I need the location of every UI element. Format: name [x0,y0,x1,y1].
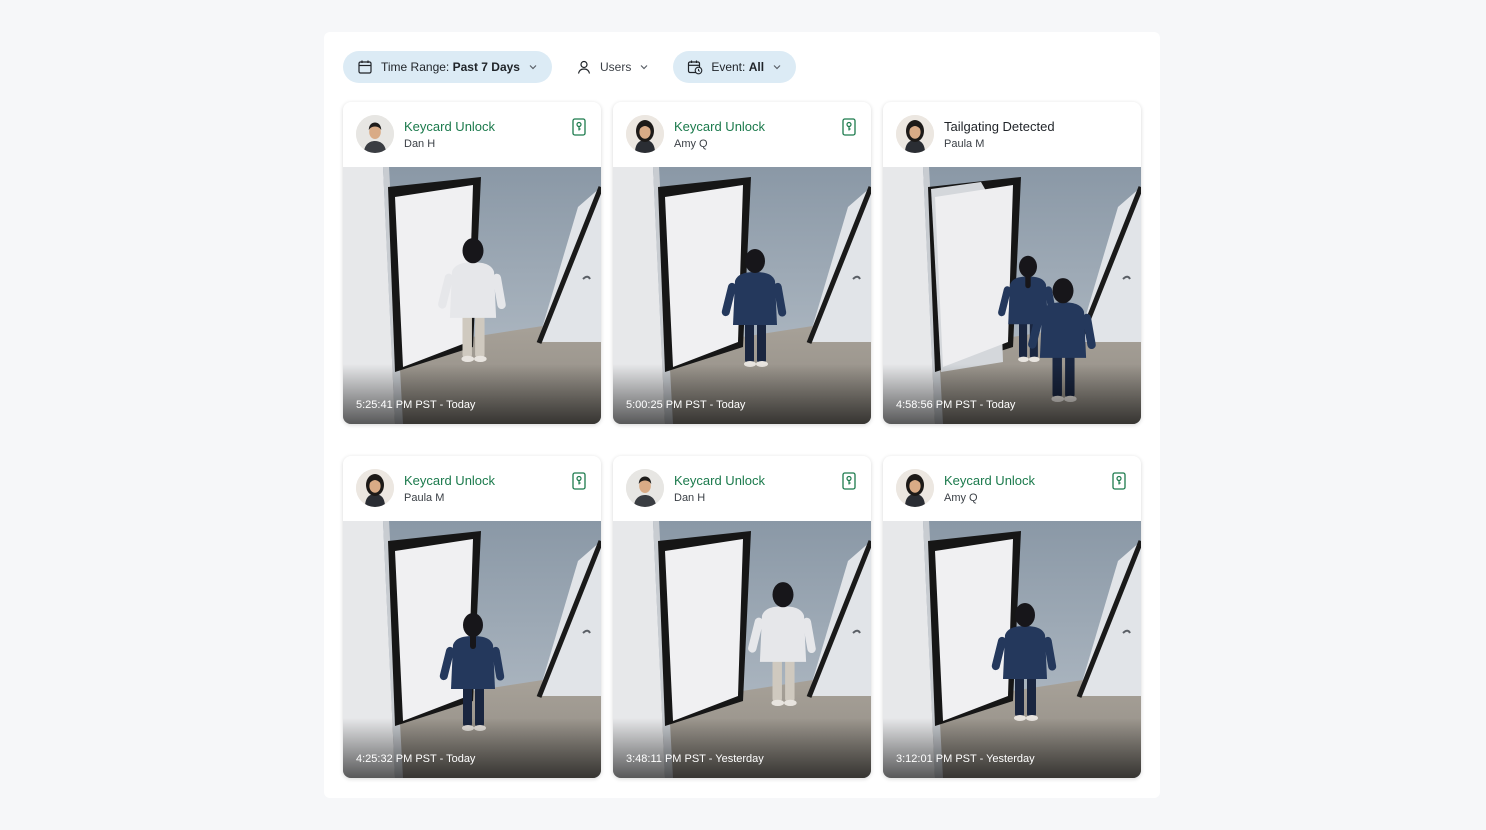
event-user-name: Paula M [404,492,445,504]
user-icon [577,60,591,74]
event-snapshot[interactable]: 3:48:11 PM PST - Yesterday [613,521,871,778]
event-timestamp: 4:25:32 PM PST - Today [356,753,476,765]
chevron-down-icon [640,65,648,70]
event-snapshot[interactable]: 5:25:41 PM PST - Today [343,167,601,424]
event-snapshot[interactable]: 4:25:32 PM PST - Today [343,521,601,778]
keycard-icon [572,118,586,136]
event-card-header: Tailgating Detected Paula M [883,102,1141,167]
chevron-down-icon [529,65,537,70]
event-snapshot[interactable]: 3:12:01 PM PST - Yesterday [883,521,1141,778]
event-filter[interactable]: Event: All [673,51,797,83]
keycard-icon [842,118,856,136]
event-user-name: Dan H [404,138,436,150]
event-title: Tailgating Detected [944,119,1055,134]
event-user-name: Dan H [674,492,706,504]
event-timestamp: 5:25:41 PM PST - Today [356,399,476,411]
event-card[interactable]: Keycard Unlock Amy Q 3:12:01 PM PST - Yest… [883,456,1141,778]
event-title: Keycard Unlock [674,473,766,488]
event-card-header: Keycard Unlock Dan H [343,102,601,167]
time-range-filter[interactable]: Time Range: Past 7 Days [343,51,552,83]
event-timestamp: 3:12:01 PM PST - Yesterday [896,753,1035,765]
event-user-name: Amy Q [944,492,978,504]
keycard-icon [842,472,856,490]
event-title: Keycard Unlock [404,473,496,488]
event-title: Keycard Unlock [944,473,1036,488]
event-card-header: Keycard Unlock Dan H [613,456,871,521]
event-title: Keycard Unlock [674,119,766,134]
keycard-icon [1112,472,1126,490]
avatar [896,469,934,507]
event-value: All [748,60,765,74]
time-range-label: Time Range: [381,60,453,74]
event-timestamp: 5:00:25 PM PST - Today [626,399,746,411]
keycard-icon [572,472,586,490]
event-timestamp: 4:58:56 PM PST - Today [896,399,1016,411]
time-range-value: Past 7 Days [452,60,520,74]
avatar [626,115,664,153]
users-label: Users [599,60,632,74]
event-label: Event: [711,60,749,74]
avatar [356,115,394,153]
event-user-name: Amy Q [674,138,708,150]
event-card-header: Keycard Unlock Amy Q [613,102,871,167]
avatar [626,469,664,507]
event-timestamp: 3:48:11 PM PST - Yesterday [626,753,764,765]
calendar-clock-icon [688,60,703,75]
avatar [896,115,934,153]
events-panel: Time Range: Past 7 Days Users Event: All… [324,32,1160,798]
event-card[interactable]: Keycard Unlock Paula M 4:25:32 PM PST - To… [343,456,601,778]
event-snapshot[interactable]: 4:58:56 PM PST - Today [883,167,1141,424]
chevron-down-icon [773,65,781,70]
event-card-header: Keycard Unlock Amy Q [883,456,1141,521]
event-card[interactable]: Tailgating Detected Paula M 4:58:56 PM PST… [883,102,1141,424]
avatar [356,469,394,507]
filter-bar: Time Range: Past 7 Days Users Event: All [343,51,797,83]
event-card-header: Keycard Unlock Paula M [343,456,601,521]
event-snapshot[interactable]: 5:00:25 PM PST - Today [613,167,871,424]
event-title: Keycard Unlock [404,119,496,134]
event-card[interactable]: Keycard Unlock Dan H 3:48:11 PM PST - Yest… [613,456,871,778]
event-card[interactable]: Keycard Unlock Dan H 5:25:41 PM PST - Toda… [343,102,601,424]
event-card[interactable]: Keycard Unlock Amy Q 5:00:25 PM PST - Toda… [613,102,871,424]
event-user-name: Paula M [944,138,985,150]
calendar-icon [358,60,372,74]
users-filter[interactable]: Users [562,51,663,83]
